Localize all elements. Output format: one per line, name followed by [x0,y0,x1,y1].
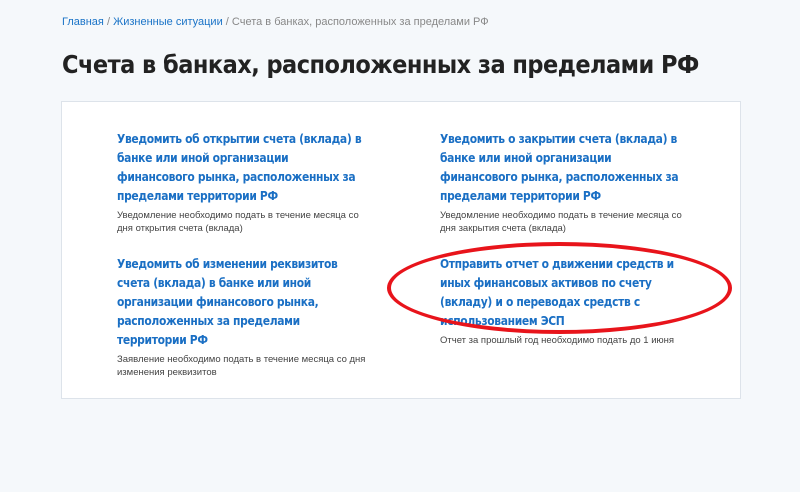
breadcrumb-separator: / [225,16,229,28]
breadcrumb-life-situations-link[interactable]: Жизненные ситуации [113,16,223,28]
services-card: Уведомить об открытии счета (вклада) в б… [61,101,741,399]
service-link-change-details[interactable]: Уведомить об изменении реквизитов счета … [117,254,366,349]
breadcrumb-separator: / [106,16,110,28]
service-description: Уведомление необходимо подать в течение … [440,210,682,234]
service-item-change-details: Уведомить об изменении реквизитов счета … [117,254,367,379]
breadcrumb-current: Счета в банках, расположенных за предела… [231,16,489,28]
service-description: Уведомление необходимо подать в течение … [117,210,359,234]
service-description: Отчет за прошлый год необходимо подать д… [440,335,675,346]
service-description: Заявление необходимо подать в течение ме… [117,354,366,378]
breadcrumb: Главная / Жизненные ситуации / Счета в б… [62,16,489,28]
service-link-open-account[interactable]: Уведомить об открытии счета (вклада) в б… [117,129,366,205]
service-item-close-account: Уведомить о закрытии счета (вклада) в ба… [440,129,690,235]
service-item-send-report: Отправить отчет о движении средств и ины… [440,254,690,347]
breadcrumb-home-link[interactable]: Главная [62,16,104,28]
service-item-open-account: Уведомить об открытии счета (вклада) в б… [117,129,367,235]
service-link-close-account[interactable]: Уведомить о закрытии счета (вклада) в ба… [440,129,689,205]
page-title: Счета в банках, расположенных за предела… [62,50,699,79]
service-link-send-report[interactable]: Отправить отчет о движении средств и ины… [440,254,689,330]
